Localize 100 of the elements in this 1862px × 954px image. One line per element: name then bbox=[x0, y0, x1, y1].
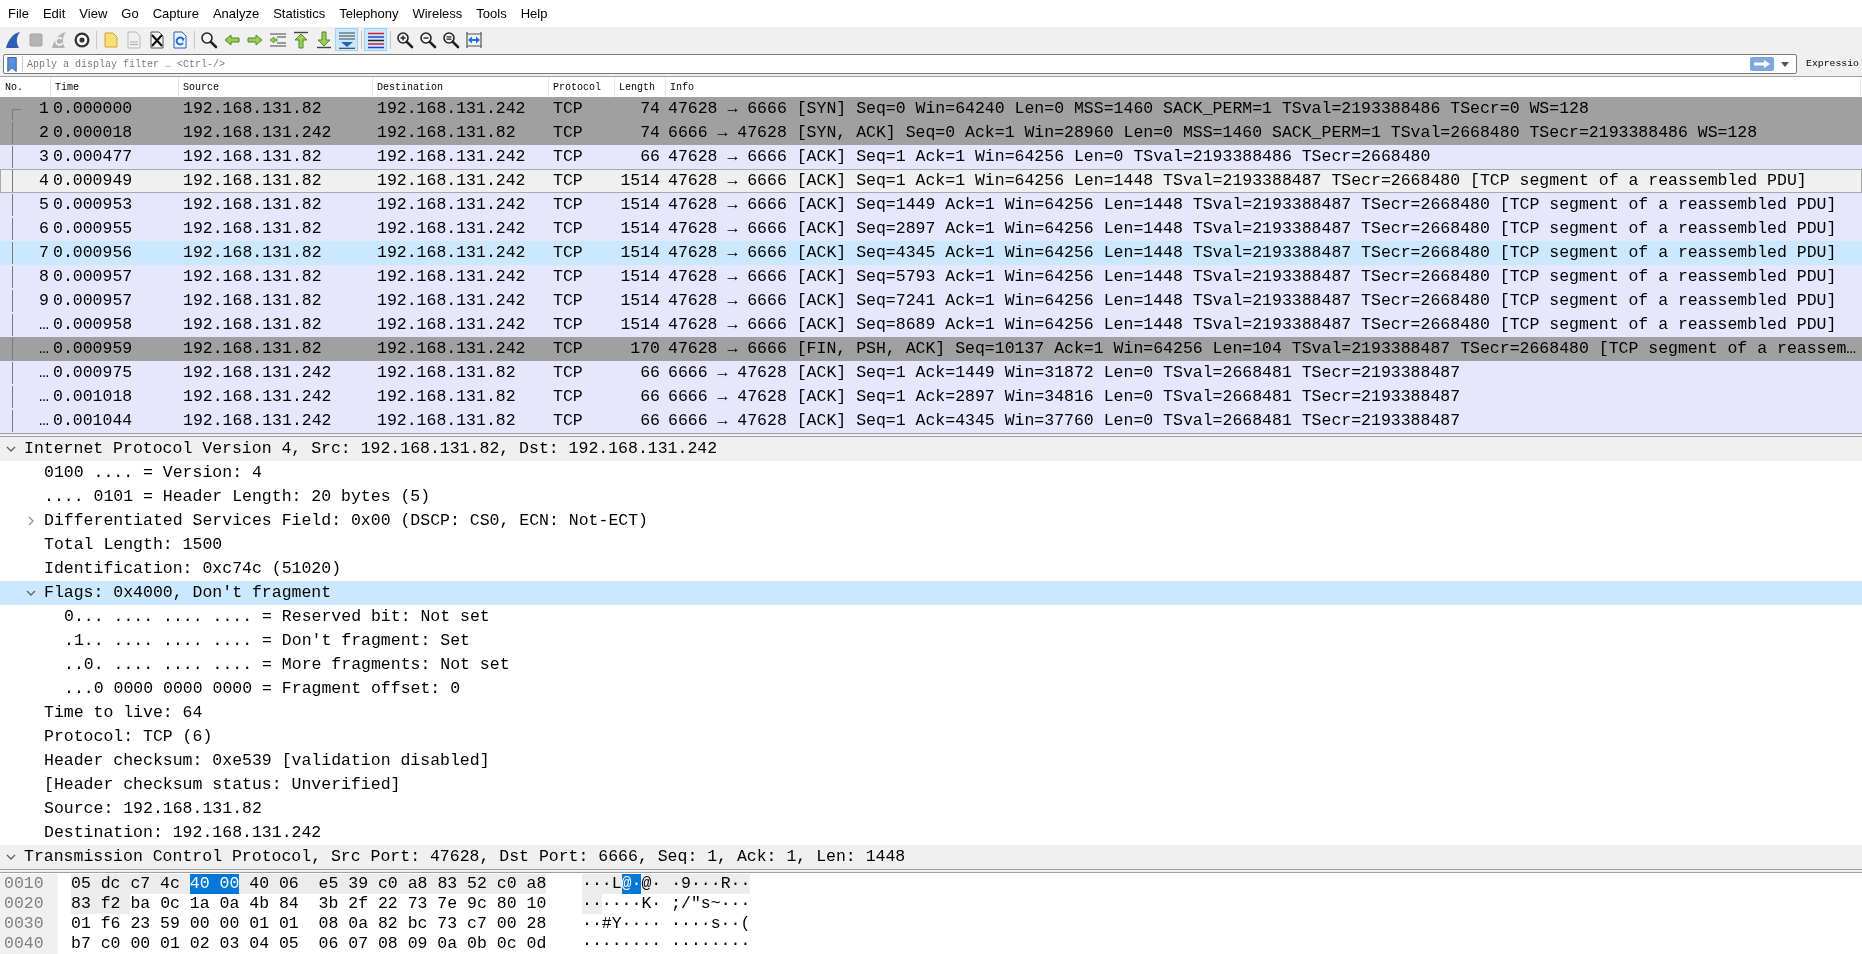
ascii-text[interactable]: @· bbox=[621, 874, 642, 894]
packet-row[interactable]: 9 0.000957 192.168.131.82 192.168.131.242 TCP 1514 47628 → 6666 [ACK] Seq=7241 Ack=1 Win=64256 Len=1448 TSval=2193388487 TSecr=2668480 [TCP segment of a reassembled PDU] bbox=[0, 289, 1862, 313]
hex-bytes[interactable]: ba 0c 1a 0a 4b 84 3b 2f 22 73 7e 9c 80 10 bbox=[130, 894, 547, 914]
packet-info: 47628 → 6666 [ACK] Seq=4345 Ack=1 Win=64256 Len=1448 TSval=2193388487 TSecr=2668480 [TCP segment of a reassembled PDU] bbox=[668, 242, 1837, 262]
packet-row[interactable]: … 0.001018 192.168.131.242 192.168.131.82 TCP 66 6666 → 47628 [ACK] Seq=1 Ack=2897 Win=34816 Len=0 TSval=2668481 TSecr=2193388487 bbox=[0, 385, 1862, 409]
chevron-down-icon[interactable] bbox=[6, 854, 16, 860]
chevron-right-icon[interactable] bbox=[28, 516, 34, 526]
ascii-text[interactable]: @· ·9···R·· bbox=[641, 874, 751, 894]
menu-item[interactable]: Tools bbox=[469, 2, 514, 25]
packet-info: 47628 → 6666 [ACK] Seq=7241 Ack=1 Win=64256 Len=1448 TSval=2193388487 TSecr=2668480 [TCP segment of a reassembled PDU] bbox=[668, 290, 1837, 310]
ascii-text[interactable]: ·· bbox=[582, 894, 602, 914]
menu-item[interactable]: Statistics bbox=[266, 2, 333, 25]
ascii-text[interactable]: ········ ········ bbox=[582, 934, 751, 954]
packet-row[interactable]: 3 0.000477 192.168.131.82 192.168.131.242 TCP 66 47628 → 6666 [ACK] Seq=1 Ack=1 Win=64256 Len=0 TSval=2193388486 TSecr=2668480 bbox=[0, 145, 1862, 169]
source-address: 192.168.131.82 bbox=[183, 338, 322, 358]
packet-row[interactable]: 2 0.000018 192.168.131.242 192.168.131.82 TCP 74 6666 → 47628 [SYN, ACK] Seq=0 Ack=1 Win=28960 Len=0 MSS=1460 SACK_PERM=1 TSval=2668480 TSecr=2193388486 WS=128 bbox=[0, 121, 1862, 145]
chevron-down-icon[interactable] bbox=[26, 590, 36, 596]
menu-item[interactable]: File bbox=[1, 2, 36, 25]
tree-item[interactable]: Transmission Control Protocol, Src Port: 47628, Dst Port: 6666, Seq: 1, Ack: 1, Len: 1448 bbox=[0, 845, 1862, 869]
tree-item[interactable]: Identification: 0xc74c (51020) bbox=[0, 557, 1862, 581]
tree-item[interactable]: [Header checksum status: Unverified] bbox=[0, 773, 1862, 797]
packet-row[interactable]: … 0.000958 192.168.131.82 192.168.131.242 TCP 1514 47628 → 6666 [ACK] Seq=8689 Ack=1 Win=64256 Len=1448 TSval=2193388487 TSecr=2668480 [TCP segment of a reassembled PDU] bbox=[0, 313, 1862, 337]
tree-item[interactable]: Time to live: 64 bbox=[0, 701, 1862, 725]
hex-offset: 0040 bbox=[0, 934, 58, 954]
protocol-name: TCP bbox=[553, 386, 583, 406]
packet-time: 0.000975 bbox=[53, 362, 133, 382]
packet-length: 66 bbox=[640, 409, 660, 432]
menu-item[interactable]: Help bbox=[513, 2, 555, 25]
destination-address: 192.168.131.242 bbox=[377, 242, 526, 262]
hex-bytes[interactable]: b7 c0 00 01 02 03 04 05 06 07 08 09 0a 0b 0c 0d bbox=[71, 934, 547, 954]
packet-time: 0.000957 bbox=[53, 266, 133, 286]
ascii-text[interactable]: ··#Y···· ····s··( bbox=[582, 914, 751, 934]
menu-item[interactable]: Telephony bbox=[332, 2, 406, 25]
source-address: 192.168.131.82 bbox=[183, 170, 322, 190]
destination-address: 192.168.131.82 bbox=[377, 410, 516, 430]
packet-row[interactable]: 6 0.000955 192.168.131.82 192.168.131.242 TCP 1514 47628 → 6666 [ACK] Seq=2897 Ack=1 Win=64256 Len=1448 TSval=2193388487 TSecr=2668480 [TCP segment of a reassembled PDU] bbox=[0, 217, 1862, 241]
hex-offset: 0030 bbox=[0, 914, 58, 934]
tree-item[interactable]: .... 0101 = Header Length: 20 bytes (5) bbox=[0, 485, 1862, 509]
menu-item[interactable]: View bbox=[72, 2, 115, 25]
tree-item[interactable]: ..0. .... .... .... = More fragments: Not set bbox=[0, 653, 1862, 677]
source-address: 192.168.131.242 bbox=[183, 362, 332, 382]
destination-address: 192.168.131.82 bbox=[377, 362, 516, 382]
destination-address: 192.168.131.242 bbox=[377, 146, 526, 166]
destination-address: 192.168.131.242 bbox=[377, 98, 526, 118]
tree-item[interactable]: Protocol: TCP (6) bbox=[0, 725, 1862, 749]
dropdown-caret-icon[interactable] bbox=[1781, 61, 1789, 67]
packet-number: 2 bbox=[39, 121, 49, 144]
protocol-name: TCP bbox=[553, 218, 583, 238]
packet-length: 74 bbox=[640, 97, 660, 120]
packet-length: 1514 bbox=[620, 265, 660, 288]
menu-item[interactable]: Wireless bbox=[405, 2, 470, 25]
tree-item[interactable]: Total Length: 1500 bbox=[0, 533, 1862, 557]
protocol-name: TCP bbox=[553, 122, 583, 142]
packet-row[interactable]: 5 0.000953 192.168.131.82 192.168.131.242 TCP 1514 47628 → 6666 [ACK] Seq=1449 Ack=1 Win=64256 Len=1448 TSval=2193388487 TSecr=2668480 [TCP segment of a reassembled PDU] bbox=[0, 193, 1862, 217]
packet-length: 1514 bbox=[620, 313, 660, 336]
ascii-text[interactable]: ···L bbox=[582, 874, 622, 894]
tree-item[interactable]: Source: 192.168.131.82 bbox=[0, 797, 1862, 821]
hex-bytes[interactable]: 05 dc c7 4c bbox=[71, 874, 190, 894]
menu-item[interactable]: Go bbox=[114, 2, 146, 25]
tree-item[interactable]: Header checksum: 0xe539 [validation disabled] bbox=[0, 749, 1862, 773]
hex-bytes[interactable]: 83 f2 bbox=[71, 894, 131, 914]
ascii-text[interactable]: ····K· ;/"s~··· bbox=[601, 894, 751, 914]
packet-number: 7 bbox=[39, 241, 49, 264]
protocol-name: TCP bbox=[553, 194, 583, 214]
packet-number: … bbox=[39, 409, 49, 432]
hex-bytes[interactable]: 40 06 e5 39 c0 a8 83 52 c0 a8 bbox=[239, 874, 547, 894]
packet-row[interactable]: 1 0.000000 192.168.131.82 192.168.131.242 TCP 74 47628 → 6666 [SYN] Seq=0 Win=64240 Len=0 MSS=1460 SACK_PERM=1 TSval=2193388486 TSecr=0 WS=128 bbox=[0, 97, 1862, 121]
tree-item[interactable]: 0100 .... = Version: 4 bbox=[0, 461, 1862, 485]
menu-item[interactable]: Analyze bbox=[205, 2, 267, 25]
expression-button[interactable]: Expressio bbox=[1806, 56, 1859, 72]
destination-address: 192.168.131.242 bbox=[377, 314, 526, 334]
hex-bytes[interactable]: 40 00 bbox=[189, 874, 240, 894]
tree-item[interactable]: 0... .... .... .... = Reserved bit: Not set bbox=[0, 605, 1862, 629]
packet-time: 0.000958 bbox=[53, 314, 133, 334]
tree-item[interactable]: Flags: 0x4000, Don't fragment bbox=[0, 581, 1862, 605]
tree-item[interactable]: Internet Protocol Version 4, Src: 192.168.131.82, Dst: 192.168.131.242 bbox=[0, 437, 1862, 461]
source-address: 192.168.131.242 bbox=[183, 410, 332, 430]
packet-row[interactable]: 4 0.000949 192.168.131.82 192.168.131.242 TCP 1514 47628 → 6666 [ACK] Seq=1 Ack=1 Win=64256 Len=1448 TSval=2193388487 TSecr=2668480 [TCP segment of a reassembled PDU] bbox=[0, 169, 1862, 193]
packet-row[interactable]: 8 0.000957 192.168.131.82 192.168.131.242 TCP 1514 47628 → 6666 [ACK] Seq=5793 Ack=1 Win=64256 Len=1448 TSval=2193388487 TSecr=2668480 [TCP segment of a reassembled PDU] bbox=[0, 265, 1862, 289]
packet-row[interactable]: … 0.000959 192.168.131.82 192.168.131.242 TCP 170 47628 → 6666 [FIN, PSH, ACK] Seq=10137 Ack=1 Win=64256 Len=104 TSval=2193388487 TSecr=2668480 [TCP segment of a reassem… bbox=[0, 337, 1862, 361]
packet-info: 47628 → 6666 [ACK] Seq=2897 Ack=1 Win=64256 Len=1448 TSval=2193388487 TSecr=2668480 [TCP segment of a reassembled PDU] bbox=[668, 218, 1837, 238]
source-address: 192.168.131.82 bbox=[183, 290, 322, 310]
tree-item[interactable]: Differentiated Services Field: 0x00 (DSCP: CS0, ECN: Not-ECT) bbox=[0, 509, 1862, 533]
packet-row[interactable]: … 0.000975 192.168.131.242 192.168.131.82 TCP 66 6666 → 47628 [ACK] Seq=1 Ack=1449 Win=31872 Len=0 TSval=2668481 TSecr=2193388487 bbox=[0, 361, 1862, 385]
menu-item[interactable]: Capture bbox=[145, 2, 206, 25]
packet-length: 1514 bbox=[620, 193, 660, 216]
tree-item[interactable]: .1.. .... .... .... = Don't fragment: Set bbox=[0, 629, 1862, 653]
packet-time: 0.000955 bbox=[53, 218, 133, 238]
source-address: 192.168.131.82 bbox=[183, 266, 322, 286]
packet-row[interactable]: 7 0.000956 192.168.131.82 192.168.131.242 TCP 1514 47628 → 6666 [ACK] Seq=4345 Ack=1 Win=64256 Len=1448 TSval=2193388487 TSecr=2668480 [TCP segment of a reassembled PDU] bbox=[0, 241, 1862, 265]
hex-bytes[interactable]: 01 f6 23 59 00 00 01 01 08 0a 82 bc 73 c7 00 28 bbox=[71, 914, 547, 934]
menu-item[interactable]: Edit bbox=[35, 2, 73, 25]
source-address: 192.168.131.242 bbox=[183, 122, 332, 142]
chevron-down-icon[interactable] bbox=[6, 446, 16, 452]
packet-info: 6666 → 47628 [ACK] Seq=1 Ack=1449 Win=31872 Len=0 TSval=2668481 TSecr=2193388487 bbox=[668, 362, 1461, 382]
protocol-name: TCP bbox=[553, 170, 583, 190]
packet-row[interactable]: … 0.001044 192.168.131.242 192.168.131.82 TCP 66 6666 → 47628 [ACK] Seq=1 Ack=4345 Win=37760 Len=0 TSval=2668481 TSecr=2193388487 bbox=[0, 409, 1862, 433]
tree-item[interactable]: Destination: 192.168.131.242 bbox=[0, 821, 1862, 845]
tree-item[interactable]: ...0 0000 0000 0000 = Fragment offset: 0 bbox=[0, 677, 1862, 701]
bookmark-icon[interactable] bbox=[7, 56, 17, 72]
